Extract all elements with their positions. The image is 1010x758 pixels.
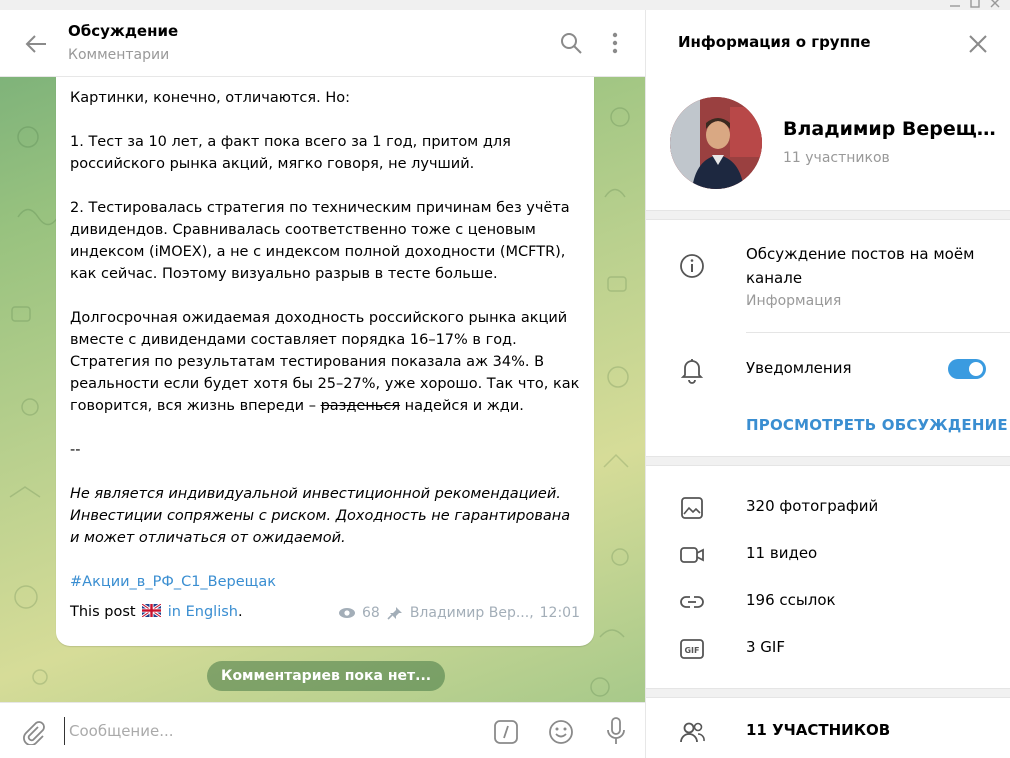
minimize-icon[interactable] [948,0,962,10]
gif-icon: GIF [678,635,706,663]
row-divider [746,332,1010,333]
media-row-gifs[interactable]: GIF 3 GIF [646,629,1010,669]
views-eye-icon [339,608,355,618]
info-circle-icon [678,252,706,280]
members-label: 11 УЧАСТНИКОВ [746,721,891,739]
members-row[interactable]: 11 УЧАСТНИКОВ [646,714,1010,754]
paperclip-icon[interactable] [20,719,46,746]
post-language-line: This post in English. [70,601,243,623]
in-english-link[interactable]: in English [168,604,238,620]
section-divider [646,210,1010,220]
no-comments-badge: Комментариев пока нет... [207,661,446,691]
avatar[interactable] [670,97,762,189]
message-text-line: Картинки, конечно, отличаются. Но: [70,90,350,106]
notifications-toggle[interactable] [948,359,986,379]
media-row-label: 320 фотографий [746,497,879,515]
pin-icon [387,607,402,620]
message-text-paragraph: 1. Тест за 10 лет, а факт пока всего за … [70,134,511,172]
microphone-icon[interactable] [604,716,628,746]
group-name: Владимир Верещ... [783,118,998,140]
svg-text:GIF: GIF [684,646,699,655]
section-divider [646,688,1010,698]
media-row-label: 11 видео [746,544,818,562]
message-text-paragraph: Долгосрочная ожидаемая доходность россий… [70,307,580,417]
emoji-icon[interactable] [547,718,575,746]
info-panel-title: Информация о группе [678,33,871,51]
back-arrow-icon[interactable] [22,30,50,58]
link-icon [678,588,706,616]
media-row-links[interactable]: 196 ссылок [646,582,1010,622]
media-row-photos[interactable]: 320 фотографий [646,488,1010,528]
message-divider-dashes: -- [70,442,81,458]
views-count: 68 [362,605,380,621]
strikethrough-text: разденься [320,398,401,414]
chat-background: Картинки, конечно, отличаются. Но: 1. Те… [0,77,645,702]
chat-subtitle: Комментарии [68,47,170,63]
group-member-count: 11 участников [783,150,890,166]
photo-icon [678,494,706,522]
members-icon [678,718,706,746]
chat-header: Обсуждение Комментарии [0,10,645,77]
message-text-fragment: надейся и жди. [400,398,524,414]
message-time: 12:01 [539,605,580,621]
group-description: Обсуждение постов на моём канале [746,245,975,287]
media-row-label: 196 ссылок [746,591,836,609]
message-text-paragraph: 2. Тестировалась стратегия по технически… [70,200,570,282]
message-input[interactable] [64,717,474,745]
post-suffix-text: . [237,604,243,620]
close-icon[interactable] [964,30,992,58]
message-author: Владимир Вер..., [409,605,534,621]
window-top-strip [0,0,1010,10]
section-divider [646,456,1010,466]
bot-commands-icon[interactable] [492,718,520,746]
group-description-label: Информация [746,293,842,309]
disclaimer-text: Не является индивидуальной инвестиционно… [70,486,571,546]
chat-pane: Обсуждение Комментарии Картинки, конечно… [0,10,645,758]
toggle-knob [967,360,985,378]
chat-title: Обсуждение [68,22,179,40]
media-row-label: 3 GIF [746,638,785,656]
uk-flag-icon [142,604,162,617]
notifications-label: Уведомления [746,359,852,377]
video-icon [678,541,706,569]
message-meta: 68 Владимир Вер..., 12:01 [338,605,580,621]
post-prefix-text: This post [70,604,136,620]
message-bubble: Картинки, конечно, отличаются. Но: 1. Те… [56,77,594,646]
bell-icon [678,356,706,384]
hashtag-link[interactable]: #Акции_в_РФ_С1_Верещак [70,571,580,593]
group-info-panel: Информация о группе Владимир Верещ... 11… [645,10,1010,758]
maximize-icon[interactable] [968,0,982,10]
window-close-icon[interactable] [988,0,1002,10]
search-icon[interactable] [558,30,584,56]
message-composer [0,702,645,758]
more-vertical-icon[interactable] [604,30,626,56]
view-discussion-button[interactable]: ПРОСМОТРЕТЬ ОБСУЖДЕНИЕ [746,416,1008,434]
media-row-videos[interactable]: 11 видео [646,535,1010,575]
